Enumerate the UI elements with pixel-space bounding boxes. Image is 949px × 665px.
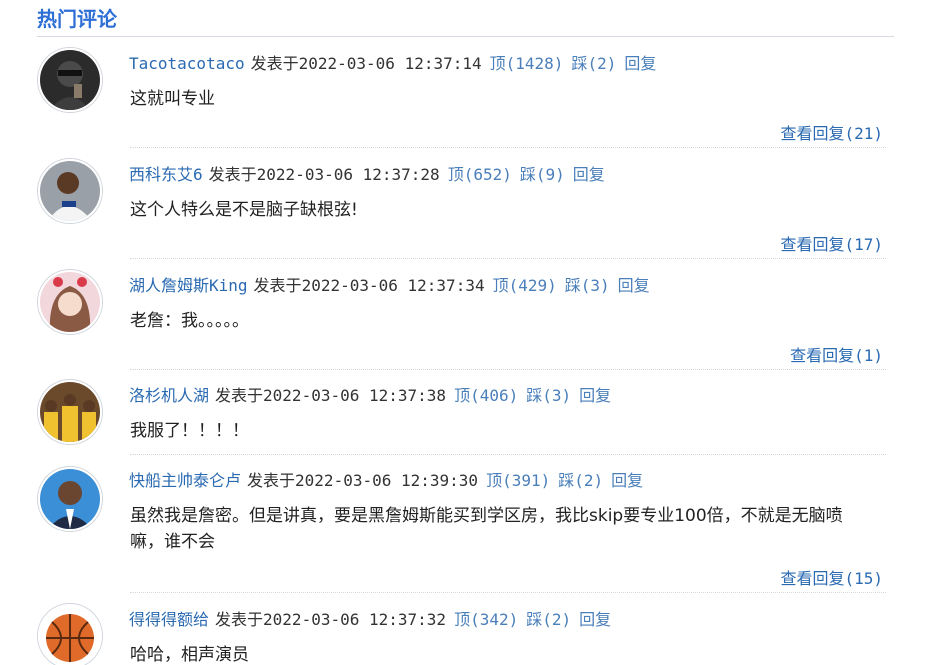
view-replies-link[interactable]: 查看回复(15) — [780, 565, 883, 589]
comment-timestamp: 2022-03-06 12:37:34 — [301, 276, 485, 295]
username-link[interactable]: 湖人詹姆斯King — [129, 276, 248, 295]
avatar[interactable] — [38, 270, 102, 334]
reply-button[interactable]: 回复 — [579, 610, 611, 629]
comment-divider — [130, 369, 886, 370]
like-button[interactable]: 顶(1428) — [490, 54, 564, 73]
comment-text: 这就叫专业 — [130, 89, 215, 109]
avatar-basketball-ball-icon — [40, 606, 100, 665]
comment-divider — [130, 147, 886, 148]
like-button[interactable]: 顶(652) — [448, 165, 512, 184]
comment-timestamp: 2022-03-06 12:37:28 — [256, 165, 440, 184]
reply-button[interactable]: 回复 — [611, 471, 643, 490]
published-label: 发表于 — [208, 165, 257, 184]
view-replies-link[interactable]: 查看回复(21) — [780, 120, 883, 144]
section-title: 热门评论 — [37, 7, 117, 31]
avatar[interactable] — [38, 604, 102, 665]
reply-button[interactable]: 回复 — [618, 276, 650, 295]
comment-meta: 西科东艾6 发表于2022-03-06 12:37:28 顶(652) 踩(9) 回复 — [129, 163, 605, 187]
like-button[interactable]: 顶(406) — [454, 386, 518, 405]
comment-timestamp: 2022-03-06 12:37:32 — [263, 610, 447, 629]
avatar-basketball-player-icon — [40, 161, 100, 221]
reply-button[interactable]: 回复 — [573, 165, 605, 184]
dislike-button[interactable]: 踩(9) — [520, 165, 565, 184]
reply-button[interactable]: 回复 — [579, 386, 611, 405]
comment-text: 老詹：我。。。。。 — [130, 311, 249, 331]
comment-meta: Tacotacotaco 发表于2022-03-06 12:37:14 顶(1428… — [129, 52, 656, 76]
comment-text: 我服了！！！！ — [130, 421, 249, 441]
comment-meta: 快船主帅泰仑卢 发表于2022-03-06 12:39:30 顶(391) 踩(2) 回… — [129, 469, 643, 493]
username-link[interactable]: 得得得额给 — [129, 610, 209, 629]
dislike-button[interactable]: 踩(2) — [526, 610, 571, 629]
title-divider — [37, 36, 894, 37]
avatar-coach-suit-icon — [40, 469, 100, 529]
published-label: 发表于 — [247, 471, 296, 490]
comment-timestamp: 2022-03-06 12:37:14 — [298, 54, 482, 73]
comment-divider — [130, 454, 886, 455]
comment-text: 哈哈，相声演员 — [130, 645, 249, 665]
dislike-button[interactable]: 踩(2) — [558, 471, 603, 490]
avatar-masked-person-icon — [40, 50, 100, 110]
username-link[interactable]: 西科东艾6 — [129, 165, 203, 184]
avatar-girl-bunny-ears-icon — [40, 272, 100, 332]
comment-meta: 洛杉机人湖 发表于2022-03-06 12:37:38 顶(406) 踩(3) 回复 — [129, 384, 611, 408]
reply-button[interactable]: 回复 — [624, 54, 656, 73]
view-replies-link[interactable]: 查看回复(17) — [780, 231, 883, 255]
comment-timestamp: 2022-03-06 12:39:30 — [295, 471, 479, 490]
published-label: 发表于 — [253, 276, 302, 295]
avatar[interactable] — [38, 380, 102, 444]
dislike-button[interactable]: 踩(2) — [571, 54, 616, 73]
comment-text: 这个人特么是不是脑子缺根弦! — [130, 200, 358, 220]
hot-comments-panel: 热门评论 Tacotacotaco 发表于2022-03-06 12:37:14 顶… — [0, 0, 949, 665]
published-label: 发表于 — [215, 386, 264, 405]
dislike-button[interactable]: 踩(3) — [526, 386, 571, 405]
avatar[interactable] — [38, 48, 102, 112]
dislike-button[interactable]: 踩(3) — [565, 276, 610, 295]
published-label: 发表于 — [215, 610, 264, 629]
username-link[interactable]: 洛杉机人湖 — [129, 386, 209, 405]
comment-timestamp: 2022-03-06 12:37:38 — [263, 386, 447, 405]
username-link[interactable]: 快船主帅泰仑卢 — [129, 471, 241, 490]
comment-meta: 得得得额给 发表于2022-03-06 12:37:32 顶(342) 踩(2) 回复 — [129, 608, 611, 632]
comment-divider — [130, 592, 886, 593]
view-replies-link[interactable]: 查看回复(1) — [790, 342, 883, 366]
avatar-team-celebration-icon — [40, 382, 100, 442]
avatar[interactable] — [38, 159, 102, 223]
like-button[interactable]: 顶(429) — [493, 276, 557, 295]
like-button[interactable]: 顶(342) — [454, 610, 518, 629]
avatar[interactable] — [38, 467, 102, 531]
like-button[interactable]: 顶(391) — [486, 471, 550, 490]
comment-divider — [130, 258, 886, 259]
published-label: 发表于 — [250, 54, 299, 73]
comment-text: 虽然我是詹密。但是讲真，要是黑詹姆斯能买到学区房，我比skip要专业100倍，不… — [130, 506, 843, 552]
username-link[interactable]: Tacotacotaco — [129, 54, 245, 73]
comment-meta: 湖人詹姆斯King 发表于2022-03-06 12:37:34 顶(429) 踩(3… — [129, 274, 650, 298]
